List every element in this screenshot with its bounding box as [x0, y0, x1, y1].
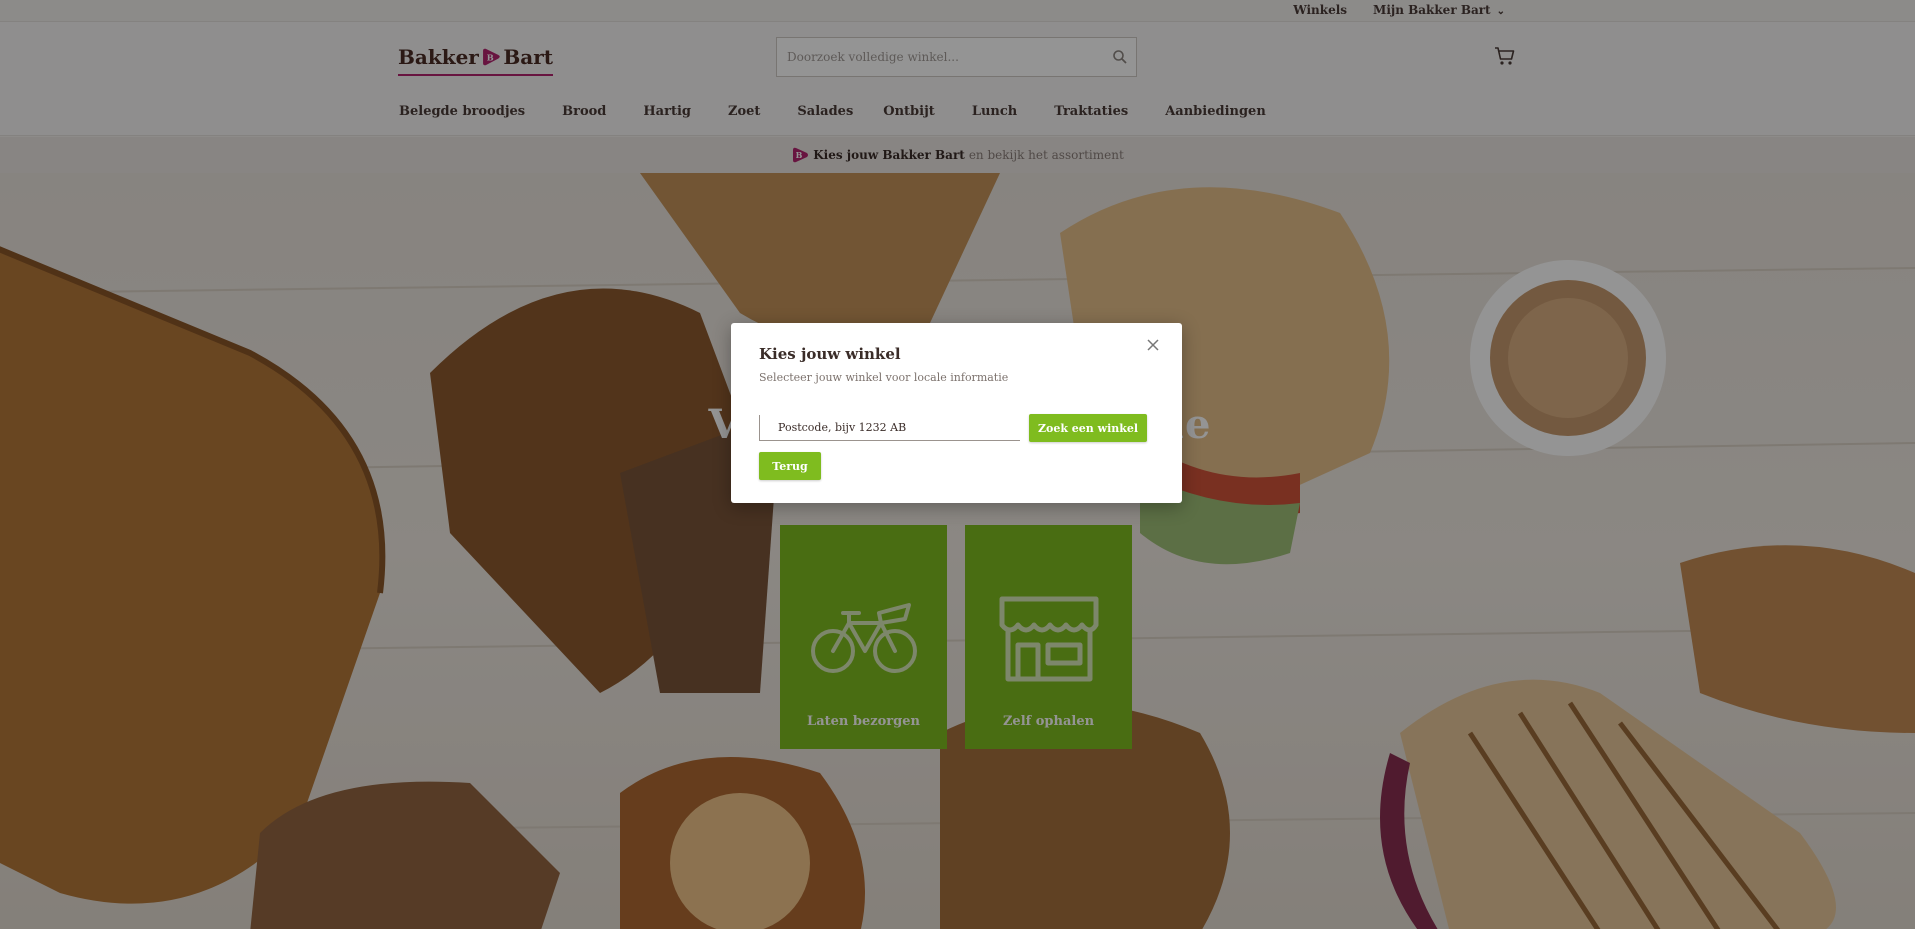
close-icon[interactable]: [1146, 338, 1160, 352]
postcode-input[interactable]: [759, 415, 1020, 441]
modal-title: Kies jouw winkel: [759, 345, 901, 363]
back-button[interactable]: Terug: [759, 452, 821, 480]
modal-subtitle: Selecteer jouw winkel voor locale inform…: [759, 371, 1009, 384]
find-store-button[interactable]: Zoek een winkel: [1029, 414, 1147, 442]
store-chooser-modal: Kies jouw winkel Selecteer jouw winkel v…: [731, 323, 1182, 503]
